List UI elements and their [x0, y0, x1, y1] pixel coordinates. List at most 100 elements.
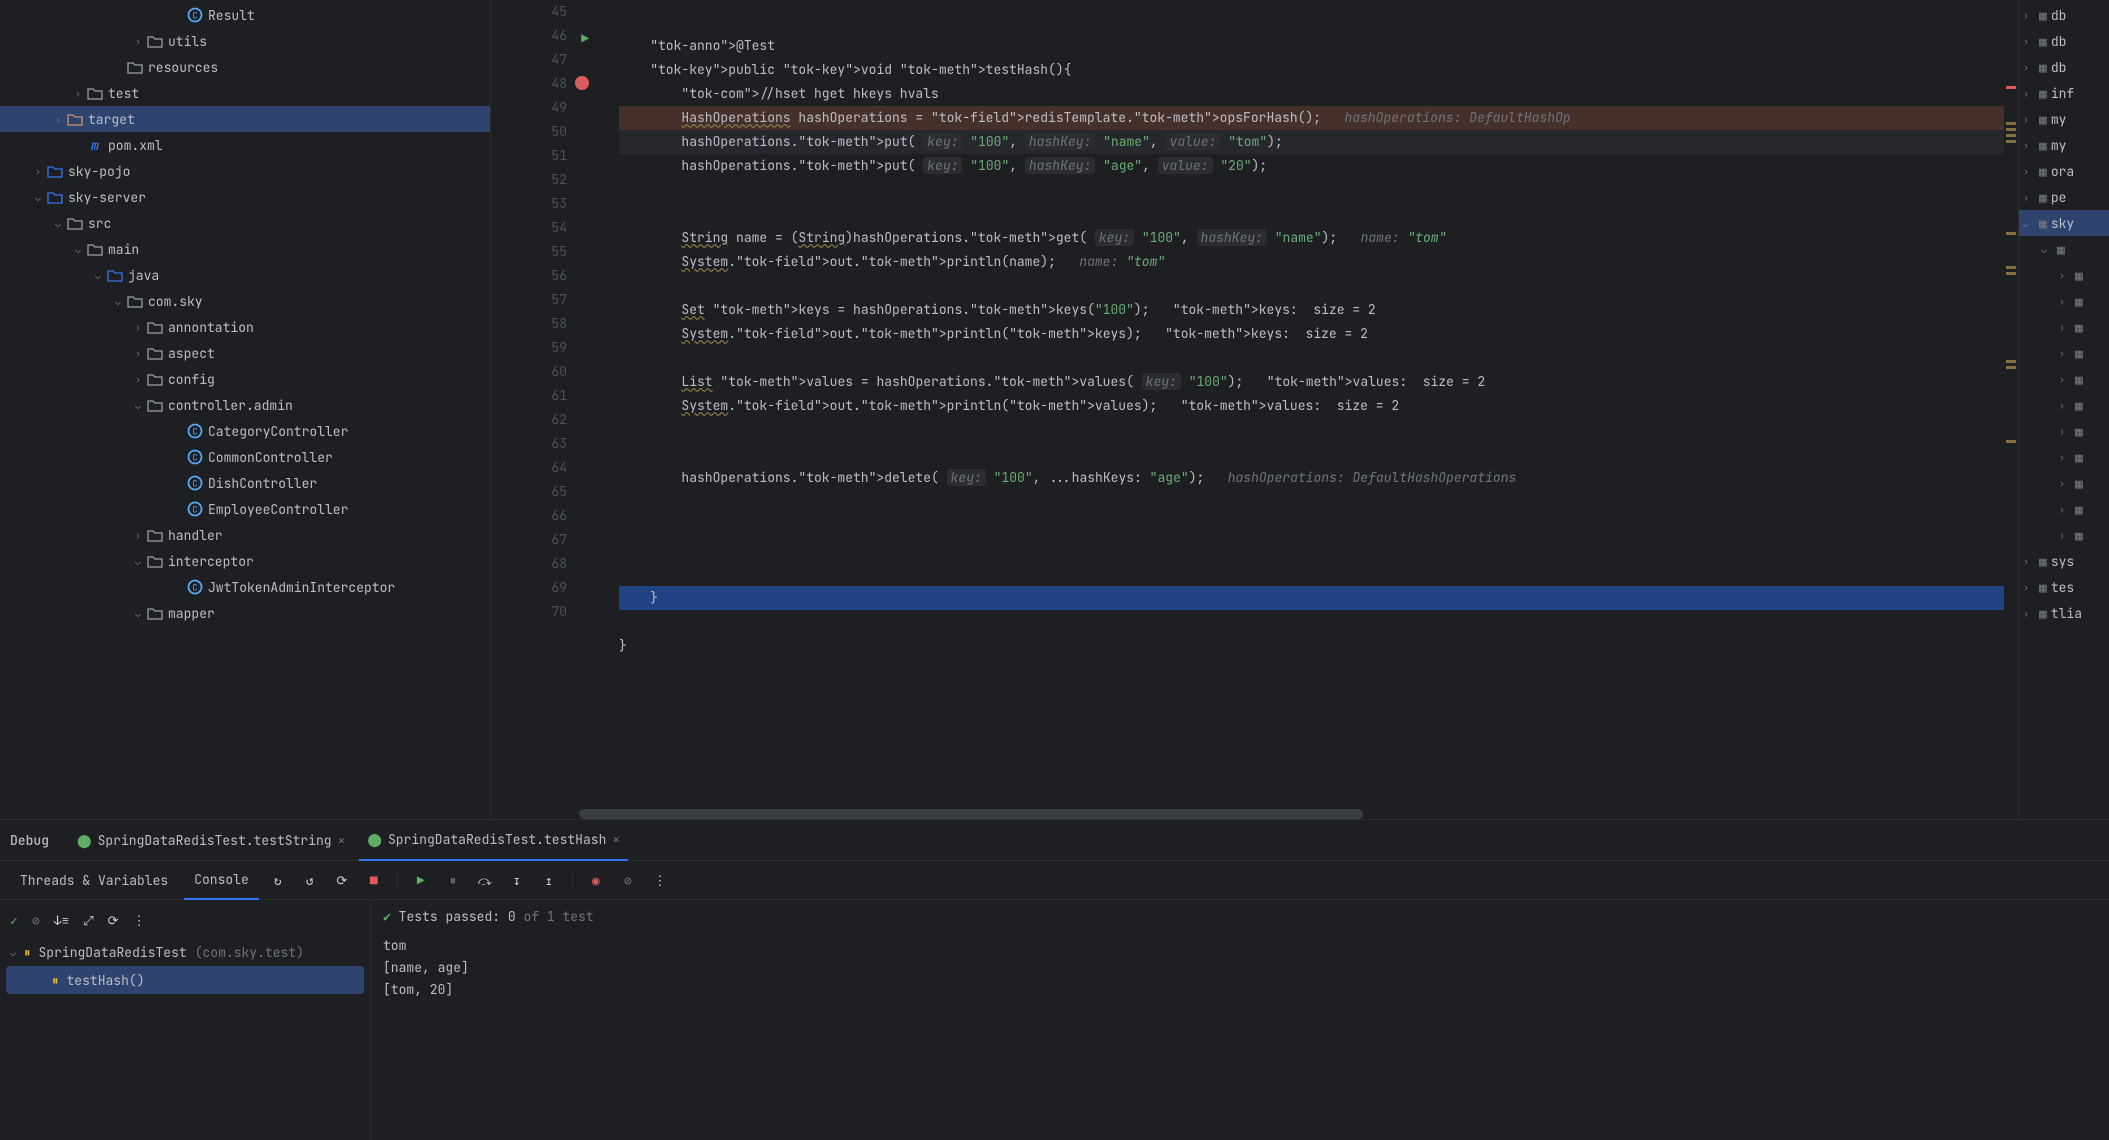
line-number[interactable]: 46▶	[491, 24, 567, 48]
line-number[interactable]: 49	[491, 96, 567, 120]
line-number[interactable]: 45	[491, 0, 567, 24]
code-line[interactable]: Set "tok-meth">keys = hashOperations."to…	[619, 298, 2004, 322]
code-line[interactable]: hashOperations."tok-meth">delete( key: "…	[619, 466, 2004, 490]
tree-item[interactable]: ⌄interceptor	[0, 548, 490, 574]
overview-marker[interactable]	[2006, 122, 2016, 125]
code-line[interactable]	[619, 178, 2004, 202]
db-tree-item[interactable]: ⌄▦sky	[2019, 210, 2109, 236]
scrollbar-thumb[interactable]	[579, 809, 1363, 819]
tree-item[interactable]: ⌄mapper	[0, 600, 490, 626]
line-number[interactable]: 64	[491, 456, 567, 480]
tree-item[interactable]: ⌄controller.admin	[0, 392, 490, 418]
chevron-icon[interactable]: ⌄	[130, 605, 146, 621]
chevron-icon[interactable]	[70, 137, 86, 153]
chevron-icon[interactable]: ›	[2059, 529, 2071, 542]
code-line[interactable]	[619, 202, 2004, 226]
chevron-icon[interactable]: ›	[130, 345, 146, 361]
code-line[interactable]	[619, 274, 2004, 298]
test-root[interactable]: ⌄ ⏸ SpringDataRedisTest (com.sky.test)	[0, 938, 370, 966]
pause-icon[interactable]: ⏸	[440, 867, 466, 893]
code-line[interactable]	[619, 418, 2004, 442]
overview-marker[interactable]	[2006, 86, 2016, 89]
overview-marker[interactable]	[2006, 140, 2016, 143]
db-tree-item[interactable]: ›▦	[2019, 418, 2109, 444]
line-number[interactable]: 47	[491, 48, 567, 72]
code-line[interactable]	[619, 610, 2004, 634]
step-out-icon[interactable]: ↥	[536, 867, 562, 893]
chevron-icon[interactable]: ›	[50, 111, 66, 127]
code-line[interactable]	[619, 442, 2004, 466]
tree-item[interactable]: CResult	[0, 2, 490, 28]
db-tree-item[interactable]: ›▦inf	[2019, 80, 2109, 106]
code-line[interactable]	[619, 562, 2004, 586]
chevron-icon[interactable]: ›	[2023, 165, 2035, 178]
line-number[interactable]: 61	[491, 384, 567, 408]
line-number[interactable]: 53	[491, 192, 567, 216]
line-number[interactable]: 56	[491, 264, 567, 288]
chevron-icon[interactable]: ⌄	[30, 189, 46, 205]
more-icon[interactable]: ⋮	[647, 867, 673, 893]
chevron-icon[interactable]	[170, 579, 186, 595]
chevron-icon[interactable]	[170, 449, 186, 465]
tree-item[interactable]: ›config	[0, 366, 490, 392]
chevron-icon[interactable]: ⌄	[90, 267, 106, 283]
code-line[interactable]: List "tok-meth">values = hashOperations.…	[619, 370, 2004, 394]
chevron-icon[interactable]: ›	[130, 33, 146, 49]
chevron-icon[interactable]: ›	[2023, 581, 2035, 594]
rerun-failed-icon[interactable]: ↺	[297, 867, 323, 893]
db-tree-item[interactable]: ›▦sys	[2019, 548, 2109, 574]
chevron-icon[interactable]: ›	[2059, 321, 2071, 334]
code-line[interactable]: "tok-anno">@Test	[619, 34, 2004, 58]
more-icon[interactable]: ⋮	[133, 912, 146, 929]
line-number[interactable]: 54	[491, 216, 567, 240]
db-tree-item[interactable]: ›▦	[2019, 470, 2109, 496]
chevron-icon[interactable]: ›	[2059, 451, 2071, 464]
tree-item[interactable]: resources	[0, 54, 490, 80]
chevron-icon[interactable]: ›	[2023, 35, 2035, 48]
tree-item[interactable]: ⌄com.sky	[0, 288, 490, 314]
db-tree-item[interactable]: ›▦pe	[2019, 184, 2109, 210]
chevron-icon[interactable]: ›	[2059, 347, 2071, 360]
tree-item[interactable]: ›sky-pojo	[0, 158, 490, 184]
chevron-icon[interactable]	[110, 59, 126, 75]
code-line[interactable]: String name = (String)hashOperations."to…	[619, 226, 2004, 250]
db-tree-item[interactable]: ›▦my	[2019, 132, 2109, 158]
line-number[interactable]: 62	[491, 408, 567, 432]
chevron-icon[interactable]: ›	[30, 163, 46, 179]
chevron-icon[interactable]: ›	[2023, 113, 2035, 126]
chevron-icon[interactable]: ›	[130, 371, 146, 387]
line-number[interactable]: 63	[491, 432, 567, 456]
tree-item[interactable]: mpom.xml	[0, 132, 490, 158]
line-number[interactable]: 59	[491, 336, 567, 360]
db-tree-item[interactable]: ›▦	[2019, 314, 2109, 340]
step-into-icon[interactable]: ↧	[504, 867, 530, 893]
db-tree-item[interactable]: ›▦	[2019, 444, 2109, 470]
db-tree-item[interactable]: ›▦	[2019, 522, 2109, 548]
debug-tab-testhash[interactable]: ⬤ SpringDataRedisTest.testHash ×	[359, 819, 628, 861]
console-tab[interactable]: Console	[184, 860, 259, 900]
project-tree[interactable]: CResult›utilsresources›test›targetmpom.x…	[0, 0, 491, 819]
db-tree-item[interactable]: ›▦db	[2019, 54, 2109, 80]
db-tree-item[interactable]: ›▦db	[2019, 28, 2109, 54]
view-breakpoints-icon[interactable]: ◉	[583, 867, 609, 893]
code-line[interactable]: hashOperations."tok-meth">put( key: "100…	[619, 154, 2004, 178]
code-line[interactable]: HashOperations hashOperations = "tok-fie…	[619, 106, 2004, 130]
tree-item[interactable]: ›test	[0, 80, 490, 106]
db-tree-item[interactable]: ›▦	[2019, 392, 2109, 418]
code-line[interactable]: System."tok-field">out."tok-meth">printl…	[619, 322, 2004, 346]
chevron-icon[interactable]: ›	[2023, 191, 2035, 204]
overview-marker[interactable]	[2006, 232, 2016, 235]
chevron-icon[interactable]: ›	[2023, 139, 2035, 152]
db-tree-item[interactable]: ›▦	[2019, 366, 2109, 392]
line-number[interactable]: 50	[491, 120, 567, 144]
chevron-icon[interactable]	[170, 423, 186, 439]
chevron-icon[interactable]: ›	[2059, 269, 2071, 282]
code-line[interactable]: "tok-com">//hset hget hkeys hvals	[619, 82, 2004, 106]
tree-item[interactable]: CDishController	[0, 470, 490, 496]
code-line[interactable]: "tok-key">public "tok-key">void "tok-met…	[619, 58, 2004, 82]
db-tree-item[interactable]: ›▦tes	[2019, 574, 2109, 600]
code-line[interactable]: System."tok-field">out."tok-meth">printl…	[619, 394, 2004, 418]
code-editor[interactable]: 4546▶47484950515253545556575859606162636…	[491, 0, 2018, 819]
db-tree-item[interactable]: ›▦	[2019, 496, 2109, 522]
chevron-icon[interactable]: ›	[70, 85, 86, 101]
